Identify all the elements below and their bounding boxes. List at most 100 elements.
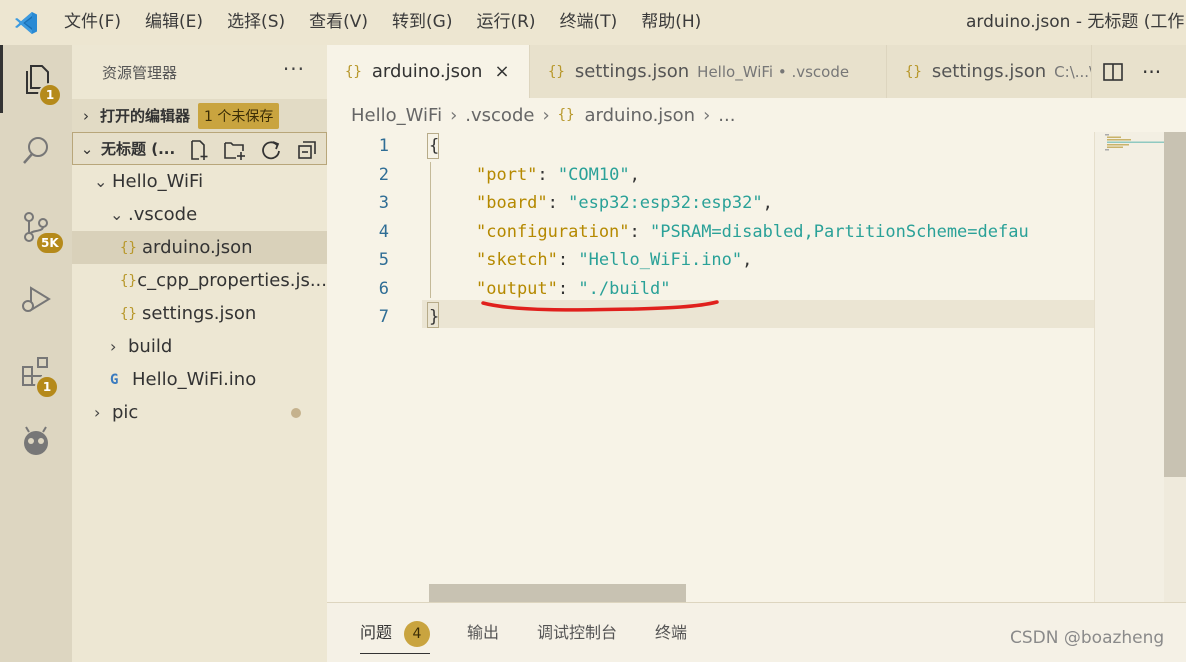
tree-item[interactable]: ⌄ Hello_WiFi <box>72 165 327 198</box>
chevron-right-icon: › <box>110 337 117 356</box>
tree-item-label: .vscode <box>128 204 198 225</box>
code-editor[interactable]: 1 {2 "port": "COM10", 3 "board": "esp32:esp3… <box>327 132 1094 602</box>
json-punct: , <box>762 193 773 213</box>
json-key: "board" <box>476 193 548 213</box>
scm-badge: 5K <box>35 231 65 255</box>
minimap[interactable] <box>1094 132 1165 602</box>
extensions-button[interactable]: 1 <box>0 337 72 405</box>
breadcrumb-item[interactable]: .vscode <box>465 105 534 126</box>
menu-item[interactable]: 帮助(H) <box>629 0 713 45</box>
tree-item-label: Hello_WiFi.ino <box>132 369 257 390</box>
breadcrumb-item[interactable]: ... <box>718 105 735 126</box>
platformio-button[interactable] <box>0 407 72 475</box>
tree-item[interactable]: {} c_cpp_properties.js... <box>72 264 327 297</box>
editor-more-icon[interactable]: ··· <box>1142 60 1161 84</box>
search-button[interactable] <box>0 117 72 185</box>
explorer-sidebar: 资源管理器 ··· › 打开的编辑器 1 个未保存 ⌄ 无标题 (... ⌄ He… <box>72 45 327 662</box>
source-control-button[interactable]: 5K <box>0 193 72 261</box>
tab-terminal[interactable]: 终端 <box>655 619 687 643</box>
json-punct: , <box>629 164 640 185</box>
line-number: 6 <box>378 278 389 299</box>
tree-item-label: Hello_WiFi <box>112 171 204 192</box>
tree-item-label: settings.json <box>142 303 257 324</box>
refresh-icon[interactable] <box>257 137 285 163</box>
json-file-icon: {} <box>120 272 137 289</box>
workspace-section[interactable]: ⌄ 无标题 (... <box>72 132 327 165</box>
watermark: CSDN @boazheng <box>1010 628 1165 648</box>
activity-bar: 1 5K 1 <box>0 45 72 662</box>
breadcrumb-separator-icon: › <box>450 104 458 126</box>
modified-dot-icon <box>291 408 301 418</box>
editor-tab[interactable]: {} settings.json C:\...\ <box>887 45 1092 98</box>
more-actions-icon[interactable]: ··· <box>283 57 305 81</box>
collapse-all-icon[interactable] <box>293 137 321 163</box>
tree-item[interactable]: {} arduino.json <box>72 231 327 264</box>
menu-item[interactable]: 编辑(E) <box>133 0 215 45</box>
menu-item[interactable]: 运行(R) <box>464 0 547 45</box>
json-punct: , <box>742 250 753 270</box>
tree-item[interactable]: › build <box>72 330 327 363</box>
indent-guide <box>430 162 431 298</box>
file-tree: ⌄ Hello_WiFi ⌄ .vscode{} arduino.json{} c_cpp… <box>72 165 327 429</box>
json-file-icon: {} <box>345 63 362 80</box>
editor-actions: ··· <box>1092 45 1186 98</box>
split-editor-icon[interactable] <box>1102 61 1124 83</box>
json-punct: } <box>429 307 440 327</box>
breadcrumb-item[interactable]: arduino.json <box>585 105 696 126</box>
menu-item[interactable]: 选择(S) <box>215 0 297 45</box>
menu-item[interactable]: 查看(V) <box>297 0 380 45</box>
menu-bar: 文件(F) 编辑(E) 选择(S) 查看(V) 转到(G) 运行(R) 终端(T) 帮助(H) <box>52 0 713 45</box>
extensions-badge: 1 <box>35 375 59 399</box>
open-editors-section[interactable]: › 打开的编辑器 1 个未保存 <box>72 99 327 132</box>
breadcrumb-item[interactable]: Hello_WiFi <box>351 105 442 126</box>
tab-label: settings.json <box>574 61 690 82</box>
tree-item[interactable]: › pic <box>72 396 327 429</box>
menu-item[interactable]: 文件(F) <box>52 0 133 45</box>
editor-tab[interactable]: {} settings.json Hello_WiFi • .vscode <box>530 45 887 98</box>
tree-item[interactable]: {} settings.json <box>72 297 327 330</box>
tab-output[interactable]: 输出 <box>467 619 499 643</box>
code-line: "board": "esp32:esp32:esp32", <box>476 189 773 217</box>
tree-item-label: c_cpp_properties.js... <box>137 270 327 291</box>
json-punct: { <box>429 136 440 156</box>
line-number: 2 <box>378 164 389 185</box>
new-folder-icon[interactable] <box>221 137 249 163</box>
new-file-icon[interactable] <box>185 137 213 163</box>
json-file-icon: {} <box>120 239 137 256</box>
json-file-icon: {} <box>905 63 922 80</box>
breadcrumb: Hello_WiFi › .vscode › {} arduino.json ›... <box>327 98 1186 132</box>
chevron-down-icon: ⌄ <box>94 172 108 191</box>
search-icon <box>19 134 53 168</box>
horizontal-scrollbar-thumb[interactable] <box>429 584 686 602</box>
red-underline-annotation <box>481 300 719 312</box>
vertical-scrollbar-thumb[interactable] <box>1164 132 1186 477</box>
chevron-right-icon: › <box>94 403 101 422</box>
tab-debug-console[interactable]: 调试控制台 <box>537 619 617 643</box>
unsaved-badge: 1 个未保存 <box>198 102 280 129</box>
tree-item[interactable]: G Hello_WiFi.ino <box>72 363 327 396</box>
close-icon[interactable]: × <box>494 61 509 82</box>
tree-item-label: arduino.json <box>142 237 253 258</box>
tab-description: C:\...\ <box>1054 62 1092 81</box>
code-line: { <box>429 132 439 160</box>
tab-label: settings.json <box>931 61 1047 82</box>
menu-item[interactable]: 终端(T) <box>548 0 630 45</box>
sidebar-title: 资源管理器 <box>102 63 178 82</box>
line-number: 1 <box>378 136 389 156</box>
vertical-scrollbar[interactable] <box>1164 132 1186 602</box>
breadcrumb-separator-icon: › <box>703 104 711 126</box>
tree-item[interactable]: ⌄ .vscode <box>72 198 327 231</box>
chevron-right-icon: › <box>83 106 89 125</box>
json-punct: : <box>547 193 569 213</box>
menu-item[interactable]: 转到(G) <box>380 0 464 45</box>
json-punct: : <box>629 221 651 242</box>
tab-problems[interactable]: 问题 4 <box>360 619 431 654</box>
editor-tab[interactable]: {} arduino.json × <box>327 45 530 98</box>
line-number: 5 <box>378 250 389 270</box>
vscode-logo-icon <box>0 0 52 45</box>
explorer-button[interactable]: 1 <box>0 45 72 113</box>
code-line: "port": "COM10", <box>476 161 640 189</box>
run-debug-icon <box>19 282 53 316</box>
run-debug-button[interactable] <box>0 265 72 333</box>
json-string: "PSRAM=disabled,PartitionScheme=defau <box>650 221 1029 242</box>
